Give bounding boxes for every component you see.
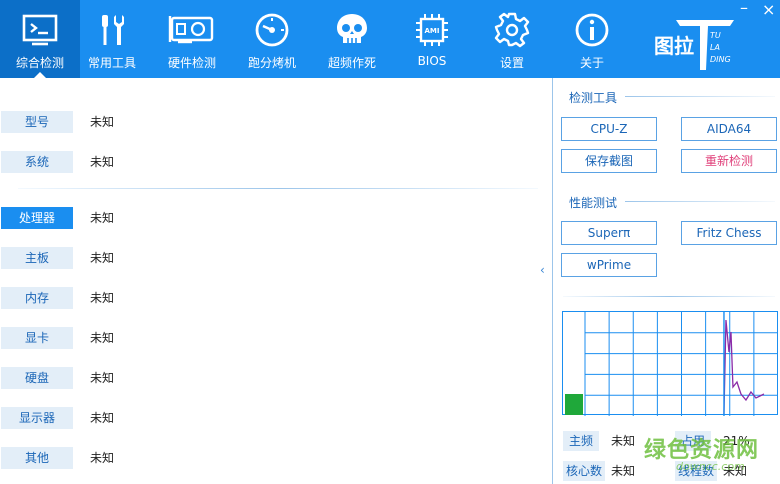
tab-tools[interactable]: 常用工具 (72, 0, 152, 78)
cpu-usage-graph (562, 311, 778, 416)
cores-label: 核心数 (563, 461, 605, 481)
info-value-cpu: 未知 (90, 211, 115, 225)
info-row-cpu: 处理器 未知 (0, 207, 540, 229)
tab-hardware[interactable]: 硬件检测 (152, 0, 232, 78)
cpuz-button[interactable]: CPU-Z (561, 117, 657, 141)
info-row-system: 系统 未知 (0, 151, 540, 173)
tulading-logo: 图拉 TU LA DING (650, 16, 740, 70)
graphics-card-icon (168, 16, 214, 44)
info-label-motherboard[interactable]: 主板 (1, 247, 73, 269)
top-toolbar: 综合检测 常用工具 硬件检测 跑分烤机 超频作死 AMI BIOS 设置 关于 … (0, 0, 780, 78)
tools-section-line (625, 96, 775, 97)
tab-bios[interactable]: AMI BIOS (392, 0, 472, 78)
info-icon (575, 13, 609, 47)
tab-overclock[interactable]: 超频作死 (312, 0, 392, 78)
tab-overclock-label: 超频作死 (327, 56, 376, 70)
tab-bios-label: BIOS (417, 54, 447, 68)
info-row-motherboard: 主板 未知 (0, 247, 540, 269)
usage-bar-fill (565, 394, 583, 415)
info-label-system[interactable]: 系统 (1, 151, 73, 173)
screwdriver-wrench-icon (102, 15, 124, 45)
info-label-disk[interactable]: 硬盘 (1, 367, 73, 389)
speedometer-icon (255, 13, 289, 47)
tab-benchmark-label: 跑分烤机 (247, 56, 296, 70)
cpu-usage-graph-svg (565, 312, 778, 416)
info-value-motherboard: 未知 (90, 251, 115, 265)
info-row-disk: 硬盘 未知 (0, 367, 540, 389)
skull-icon (337, 14, 367, 43)
tab-overview-label: 综合检测 (15, 56, 64, 70)
info-row-display: 显示器 未知 (0, 407, 540, 429)
freq-label: 主频 (563, 431, 599, 451)
tab-overview[interactable]: 综合检测 (0, 0, 80, 78)
wprime-button[interactable]: wPrime (561, 253, 657, 277)
info-row-memory: 内存 未知 (0, 287, 540, 309)
tab-settings-label: 设置 (499, 56, 524, 70)
tab-settings[interactable]: 设置 (472, 0, 552, 78)
watermark-subtext: downcc.com (676, 460, 745, 473)
aida64-button[interactable]: AIDA64 (681, 117, 777, 141)
info-label-display[interactable]: 显示器 (1, 407, 73, 429)
info-row-model: 型号 未知 (0, 111, 540, 133)
chip-icon: AMI (416, 14, 448, 46)
svg-text:AMI: AMI (425, 27, 440, 35)
side-panel: 检测工具 CPU-Z AIDA64 保存截图 重新检测 性能测试 Superπ … (552, 78, 780, 484)
info-value-other: 未知 (90, 451, 115, 465)
overview-panel: 型号 未知 系统 未知 处理器 未知 主板 未知 内存 未知 显卡 未知 硬盘 … (0, 78, 552, 484)
superpi-button[interactable]: Superπ (561, 221, 657, 245)
collapse-arrow-button[interactable]: ‹ (540, 263, 545, 277)
fritz-chess-button[interactable]: Fritz Chess (681, 221, 777, 245)
tab-tools-label: 常用工具 (87, 56, 136, 70)
info-label-cpu[interactable]: 处理器 (1, 207, 73, 229)
tab-benchmark[interactable]: 跑分烤机 (232, 0, 312, 78)
close-button[interactable]: × (762, 0, 775, 19)
redetect-button[interactable]: 重新检测 (681, 149, 777, 173)
minimize-button[interactable]: – (740, 0, 748, 17)
logo-text: 图拉 (654, 34, 694, 58)
logo-small-text: TU LA DING (710, 31, 731, 64)
save-screenshot-button[interactable]: 保存截图 (561, 149, 657, 173)
tab-about-label: 关于 (579, 56, 604, 70)
info-value-gpu: 未知 (90, 331, 115, 345)
info-value-display: 未知 (90, 411, 115, 425)
perf-section-title: 性能测试 (569, 196, 618, 210)
info-label-other[interactable]: 其他 (1, 447, 73, 469)
info-label-model[interactable]: 型号 (1, 111, 73, 133)
info-label-gpu[interactable]: 显卡 (1, 327, 73, 349)
info-label-memory[interactable]: 内存 (1, 287, 73, 309)
perf-section-line (625, 201, 775, 202)
section-divider (18, 188, 538, 189)
monitor-terminal-icon (22, 14, 58, 46)
cores-value: 未知 (611, 464, 636, 478)
info-value-system: 未知 (90, 155, 115, 169)
graph-divider (563, 296, 775, 297)
tab-hardware-label: 硬件检测 (167, 56, 216, 70)
info-row-gpu: 显卡 未知 (0, 327, 540, 349)
info-value-memory: 未知 (90, 291, 115, 305)
tools-section-title: 检测工具 (569, 91, 618, 105)
gear-icon (494, 12, 530, 48)
info-value-disk: 未知 (90, 371, 115, 385)
tab-about[interactable]: 关于 (552, 0, 632, 78)
freq-value: 未知 (611, 434, 636, 448)
info-value-model: 未知 (90, 115, 115, 129)
info-row-other: 其他 未知 (0, 447, 540, 469)
